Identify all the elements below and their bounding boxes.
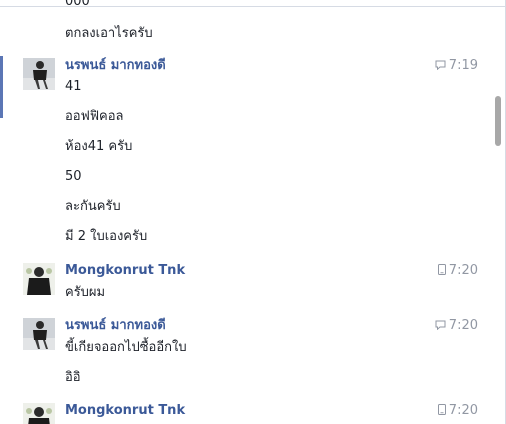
sender-name[interactable]: นรพนธ์ มากทองดี (65, 58, 166, 74)
avatar[interactable] (23, 58, 55, 90)
message-list: 000 ตกลงเอาไรครับ นรพนธ์ มากทองดี 7:19 4… (0, 0, 492, 424)
avatar[interactable] (23, 263, 55, 295)
message-text: ละกันครับ (65, 199, 121, 214)
timestamp-text: 7:20 (448, 318, 478, 333)
message-timestamp: 7:20 (418, 318, 478, 334)
message-text: ตกลงเอาไรครับ (65, 26, 153, 41)
message-text: ครับผม (65, 285, 106, 300)
conversation-view: 000 ตกลงเอาไรครับ นรพนธ์ มากทองดี 7:19 4… (0, 0, 506, 424)
scrollbar-thumb[interactable] (495, 96, 501, 146)
mobile-phone-icon (437, 264, 446, 275)
chat-bubble-icon (435, 320, 446, 330)
message-text: 50 (65, 169, 82, 184)
mobile-phone-icon (437, 404, 446, 415)
sender-name[interactable]: Mongkonrut Tnk (65, 403, 185, 419)
sender-name[interactable]: Mongkonrut Tnk (65, 263, 185, 279)
avatar[interactable] (23, 318, 55, 350)
message-timestamp: 7:19 (418, 58, 478, 74)
clipped-text-fragment: 000 (65, 0, 90, 9)
sender-name[interactable]: นรพนธ์ มากทองดี (65, 318, 166, 334)
message-text: 41 (65, 79, 82, 94)
scrollbar[interactable] (494, 0, 502, 424)
message-text: ออฟฟิคอล (65, 109, 124, 124)
message-timestamp: 7:20 (418, 263, 478, 279)
timestamp-text: 7:19 (448, 58, 478, 73)
timestamp-text: 7:20 (448, 263, 478, 278)
avatar[interactable] (23, 403, 55, 424)
chat-bubble-icon (435, 60, 446, 70)
message-text: อิอิ (65, 370, 81, 385)
message-text: ห้อง41 ครับ (65, 139, 133, 154)
timestamp-text: 7:20 (448, 403, 478, 418)
message-text: ขี้เกียจออกไปซื้ออีกใบ (65, 340, 187, 355)
message-timestamp: 7:20 (418, 403, 478, 419)
message-text: มี 2 ใบเองครับ (65, 229, 148, 244)
